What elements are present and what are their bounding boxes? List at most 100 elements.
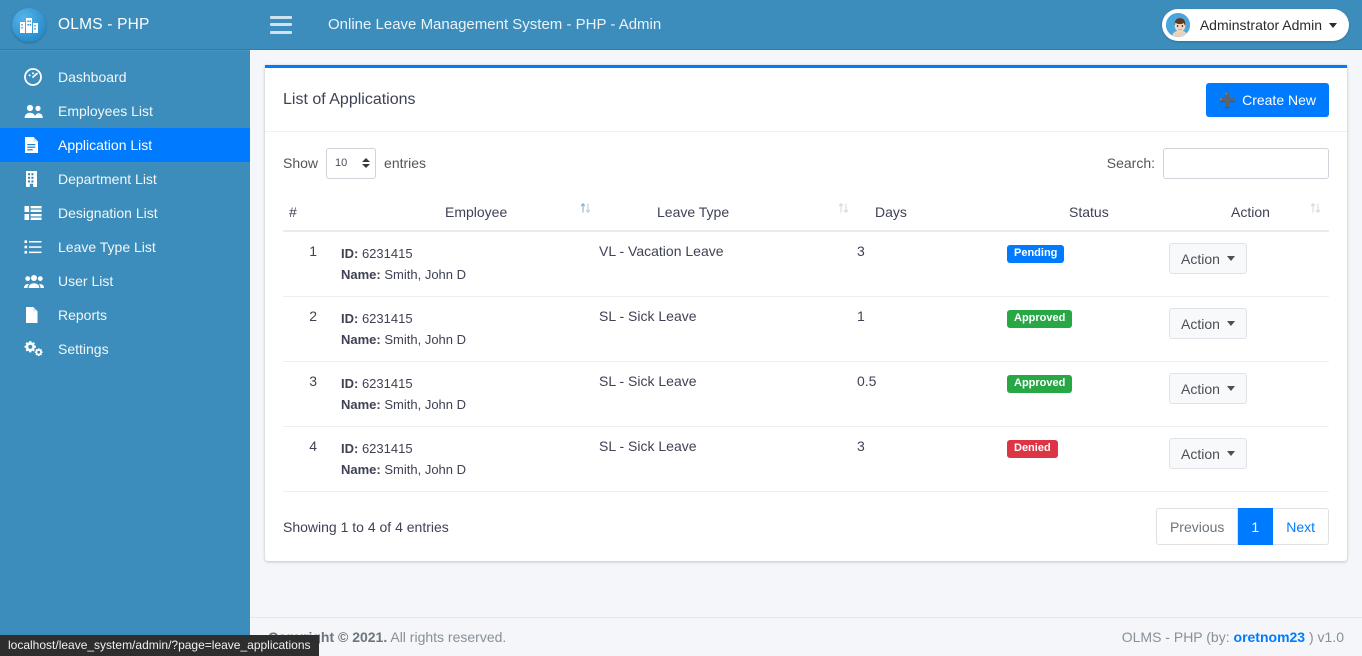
action-button-label: Action [1181,315,1220,332]
cell-number: 2 [283,296,341,363]
action-dropdown-button[interactable]: Action [1169,438,1247,470]
pagination-page-1[interactable]: 1 [1238,508,1274,546]
sidebar-brand-title: OLMS - PHP [58,15,150,33]
cell-days: 3 [857,231,1007,298]
status-badge: Pending [1007,245,1065,263]
cell-leave-type: SL - Sick Leave [599,426,857,493]
sidebar: OLMS - PHP Dashboard Employees List Appl… [0,0,250,656]
column-header-number[interactable]: # [283,194,341,232]
sort-icon [580,202,591,218]
employee-id-line: ID: 6231415 [341,441,413,457]
sidebar-item-reports[interactable]: Reports [0,298,250,332]
datatable-controls: Show 102550100 entries Search: [283,146,1329,180]
employee-id-line: ID: 6231415 [341,376,413,392]
footer-version: OLMS - PHP (by: oretnom23 ) v1.0 [1122,629,1344,645]
user-group-icon [24,271,48,291]
status-badge: Denied [1007,440,1058,459]
cell-number: 1 [283,231,341,298]
sidebar-item-employees-list[interactable]: Employees List [0,94,250,128]
column-label: Action [1231,204,1270,220]
users-icon [24,101,48,121]
card-body: Show 102550100 entries Search: [265,132,1347,561]
sidebar-item-department-list[interactable]: Department List [0,162,250,196]
sidebar-brand[interactable]: OLMS - PHP [0,0,250,50]
city-building-icon [12,7,46,42]
pagination-previous[interactable]: Previous [1155,508,1239,546]
cell-employee: ID: 6231415 Name: Smith, John D [341,231,599,298]
footer-author-link[interactable]: oretnom23 [1234,629,1306,645]
action-dropdown-button[interactable]: Action [1169,308,1247,340]
table-row: 3 ID: 6231415 Name: Smith, John D SL - Sick… [283,361,1329,428]
caret-down-icon [1226,386,1235,392]
cell-action: Action [1169,426,1329,493]
table-header-row: # Employee Leave Type Days Status Action [283,194,1329,232]
plus-icon: ➕ [1218,91,1237,108]
search-input[interactable] [1163,147,1329,179]
sidebar-item-user-list[interactable]: User List [0,264,250,298]
employee-name-line: Name: Smith, John D [341,332,467,348]
action-dropdown-button[interactable]: Action [1169,373,1247,405]
hamburger-icon[interactable] [270,15,292,34]
entries-info: Showing 1 to 4 of 4 entries [283,518,449,535]
top-navbar: Online Leave Management System - PHP - A… [250,0,1362,50]
column-header-leave-type[interactable]: Leave Type [599,194,857,232]
cell-status: Denied [1007,426,1169,493]
page-title: Online Leave Management System - PHP - A… [328,16,662,33]
action-button-label: Action [1181,250,1220,267]
employee-name-line: Name: Smith, John D [341,267,467,283]
user-menu-label: Adminstrator Admin [1199,17,1322,33]
cell-status: Approved [1007,361,1169,428]
employee-name-line: Name: Smith, John D [341,462,467,478]
sidebar-item-dashboard[interactable]: Dashboard [0,60,250,94]
caret-down-icon [1226,321,1235,327]
applications-card: List of Applications ➕ Create New Show 1… [265,65,1347,562]
sidebar-item-label: Department List [58,171,157,187]
gears-icon [24,339,48,359]
cell-days: 0.5 [857,361,1007,428]
column-label: # [289,204,297,220]
sort-icon [838,202,849,218]
table-row: 1 ID: 6231415 Name: Smith, John D VL - Vaca… [283,231,1329,298]
entries-length-select[interactable]: 102550100 [326,147,377,179]
sidebar-item-application-list[interactable]: Application List [0,128,250,162]
status-badge: Approved [1007,310,1073,329]
action-dropdown-button[interactable]: Action [1169,243,1247,274]
column-label: Employee [445,204,508,220]
column-header-days: Days [857,194,1007,232]
sidebar-item-settings[interactable]: Settings [0,332,250,366]
cell-employee: ID: 6231415 Name: Smith, John D [341,426,599,493]
create-new-button[interactable]: ➕ Create New [1205,82,1329,117]
column-header-employee[interactable]: Employee [341,194,599,232]
sidebar-item-label: Reports [58,307,108,323]
card-header: List of Applications ➕ Create New [265,68,1347,132]
browser-status-bar: localhost/leave_system/admin/?page=leave… [0,635,319,656]
footer-version-prefix: OLMS - PHP (by: [1121,629,1234,645]
sort-icon [1310,202,1321,218]
sidebar-item-designation-list[interactable]: Designation List [0,196,250,230]
user-menu-dropdown[interactable]: Adminstrator Admin [1161,9,1349,41]
datatable-footer: Showing 1 to 4 of 4 entries Previous 1 N… [283,492,1329,549]
card-title: List of Applications [283,90,416,108]
cell-leave-type: SL - Sick Leave [599,296,857,363]
cell-days: 1 [857,296,1007,363]
column-header-status: Status [1007,194,1169,232]
sidebar-item-leave-type-list[interactable]: Leave Type List [0,230,250,264]
sidebar-item-label: Designation List [58,205,158,221]
table-list-icon [24,203,48,223]
sidebar-nav: Dashboard Employees List Application Lis… [0,50,250,366]
employee-id-line: ID: 6231415 [341,311,413,327]
cell-action: Action [1169,231,1329,298]
action-button-label: Action [1181,380,1220,397]
sidebar-item-label: Dashboard [58,69,127,85]
table-head: # Employee Leave Type Days Status Action [283,194,1329,232]
pagination-next[interactable]: Next [1273,508,1329,546]
column-header-action[interactable]: Action [1169,194,1329,232]
caret-down-icon [1329,22,1337,28]
column-label: Leave Type [657,204,730,220]
building-icon [24,169,48,189]
cell-employee: ID: 6231415 Name: Smith, John D [341,296,599,363]
sidebar-item-label: User List [58,273,114,289]
pagination: Previous 1 Next [1155,508,1329,546]
entries-length-control: Show 102550100 entries [283,147,426,179]
length-select-wrapper: 102550100 [326,147,377,179]
